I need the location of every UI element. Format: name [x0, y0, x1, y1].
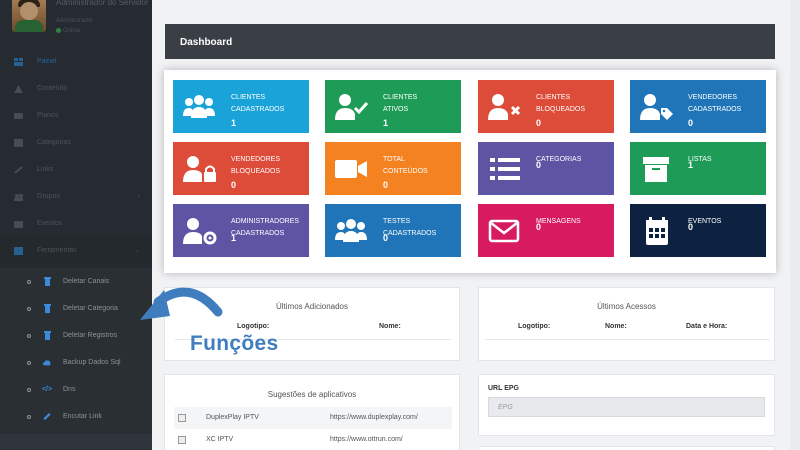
epg-label: URL EPG — [488, 385, 519, 392]
column-header: Data e Hora: — [686, 323, 728, 330]
trash-icon — [43, 277, 51, 286]
tile-clientes-bloqueados[interactable]: CLIENTES BLOQUEADOS 0 — [478, 80, 614, 133]
sidebar-overlay — [0, 0, 152, 268]
tile-label: VENDEDORES BLOQUEADOS — [231, 156, 281, 175]
annotation-arrow-icon — [140, 287, 223, 320]
tile-clientes-cadastrados[interactable]: CLIENTES CADASTRADOS 1 — [173, 80, 309, 133]
user-tag-icon — [640, 94, 673, 120]
tile-label: CLIENTES BLOQUEADOS — [536, 94, 586, 113]
tile-vendedores-cadastrados[interactable]: VENDEDORES CADASTRADOS 0 — [630, 80, 766, 133]
tile-categorias[interactable]: CATEGORIAS 0 — [478, 142, 614, 195]
tile-listas[interactable]: LISTAS 1 — [630, 142, 766, 195]
tile-label: CATEGORIAS — [536, 156, 582, 163]
tile-mensagens[interactable]: MENSAGENS 0 — [478, 204, 614, 257]
user-check-icon — [335, 94, 369, 120]
video-icon — [335, 160, 367, 178]
scrollbar-track[interactable] — [790, 0, 800, 450]
tile-count: 0 — [536, 118, 542, 128]
column-header: Nome: — [605, 323, 627, 330]
tile-vendedores-bloqueados[interactable]: VENDEDORES BLOQUEADOS 0 — [173, 142, 309, 195]
sidebar-footer — [0, 434, 152, 450]
app-row[interactable]: DuplexPlay IPTV https://www.duplexplay.c… — [174, 407, 452, 429]
tile-count: 0 — [536, 222, 542, 232]
tile-label: VENDEDORES CADASTRADOS — [688, 94, 742, 113]
column-header: Logotipo: — [518, 323, 551, 330]
envelope-icon — [488, 219, 520, 243]
tile-label: ADMINISTRADORES CADASTRADOS — [231, 218, 300, 237]
cloud-icon — [43, 358, 51, 367]
epg-url-input[interactable]: EPG — [488, 397, 765, 417]
tile-count: 0 — [688, 118, 694, 128]
users-icon — [335, 219, 367, 242]
app-url-link[interactable]: https://www.ottrun.com/ — [330, 436, 403, 443]
annotation-label: Funções — [190, 332, 279, 355]
calendar-icon — [646, 217, 668, 245]
tile-count: 1 — [688, 160, 694, 170]
submenu-item-backup-sql[interactable]: Backup Dados Sql — [0, 349, 152, 376]
bullet-icon — [27, 414, 31, 419]
app-name: DuplexPlay IPTV — [206, 414, 259, 421]
app-name: XC IPTV — [206, 436, 234, 443]
column-header: Nome: — [379, 323, 401, 330]
divider — [485, 339, 770, 340]
tile-count: 1 — [231, 233, 237, 243]
tile-count: 0 — [383, 180, 389, 190]
archive-icon — [643, 157, 669, 182]
card-title: Últimos Acessos — [597, 302, 656, 311]
app-logo-image — [178, 436, 186, 444]
link-icon — [43, 412, 51, 421]
card-title: Sugestões de aplicativos — [267, 390, 357, 399]
submenu-item-encurtar-link[interactable]: Encutar Link — [0, 403, 152, 430]
bullet-icon — [27, 306, 31, 311]
list-icon — [490, 158, 520, 180]
tile-label: TOTAL CONTEÚDOS — [383, 156, 428, 175]
sidebar: Administrador do Servidor Administrador … — [0, 0, 152, 450]
tile-total-conteudos[interactable]: TOTAL CONTEÚDOS 0 — [325, 142, 461, 195]
bullet-icon — [27, 387, 31, 392]
tile-count: 1 — [383, 118, 389, 128]
tile-count: 0 — [536, 160, 542, 170]
tile-label: CLIENTES CADASTRADOS — [231, 94, 285, 113]
tile-label: CLIENTES ATIVOS — [383, 94, 418, 113]
tile-eventos[interactable]: EVENTOS 0 — [630, 204, 766, 257]
bullet-icon — [27, 333, 31, 338]
trash-icon — [43, 304, 51, 313]
bullet-icon — [27, 279, 31, 284]
tile-label: TESTES CADASTRADOS — [383, 218, 437, 237]
bullet-icon — [27, 360, 31, 365]
tile-testes-cadastrados[interactable]: TESTES CADASTRADOS 0 — [325, 204, 461, 257]
app-row[interactable]: XC IPTV https://www.ottrun.com/ — [174, 429, 452, 450]
code-icon: </> — [41, 386, 53, 393]
card-partial — [478, 446, 775, 450]
tile-count: 0 — [688, 222, 694, 232]
submenu-item-dns[interactable]: </> Dns — [0, 376, 152, 403]
recent-access-card: Últimos Acessos Logotipo: Nome: Data e H… — [478, 287, 775, 361]
users-icon — [183, 95, 215, 118]
page-title: Dashboard — [165, 24, 775, 59]
user-cog-icon — [183, 218, 217, 245]
tile-label: MENSAGENS — [536, 218, 581, 225]
app-logo-image — [178, 414, 186, 422]
user-times-icon — [488, 94, 521, 120]
tile-count: 0 — [231, 180, 237, 190]
app-url-link[interactable]: https://www.duplexplay.com/ — [330, 414, 418, 421]
tile-count: 0 — [383, 233, 389, 243]
tile-count: 1 — [231, 118, 237, 128]
user-lock-icon — [183, 156, 216, 182]
tile-clientes-ativos[interactable]: CLIENTES ATIVOS 1 — [325, 80, 461, 133]
trash-icon — [43, 331, 51, 340]
tile-administradores-cadastrados[interactable]: ADMINISTRADORES CADASTRADOS 1 — [173, 204, 309, 257]
